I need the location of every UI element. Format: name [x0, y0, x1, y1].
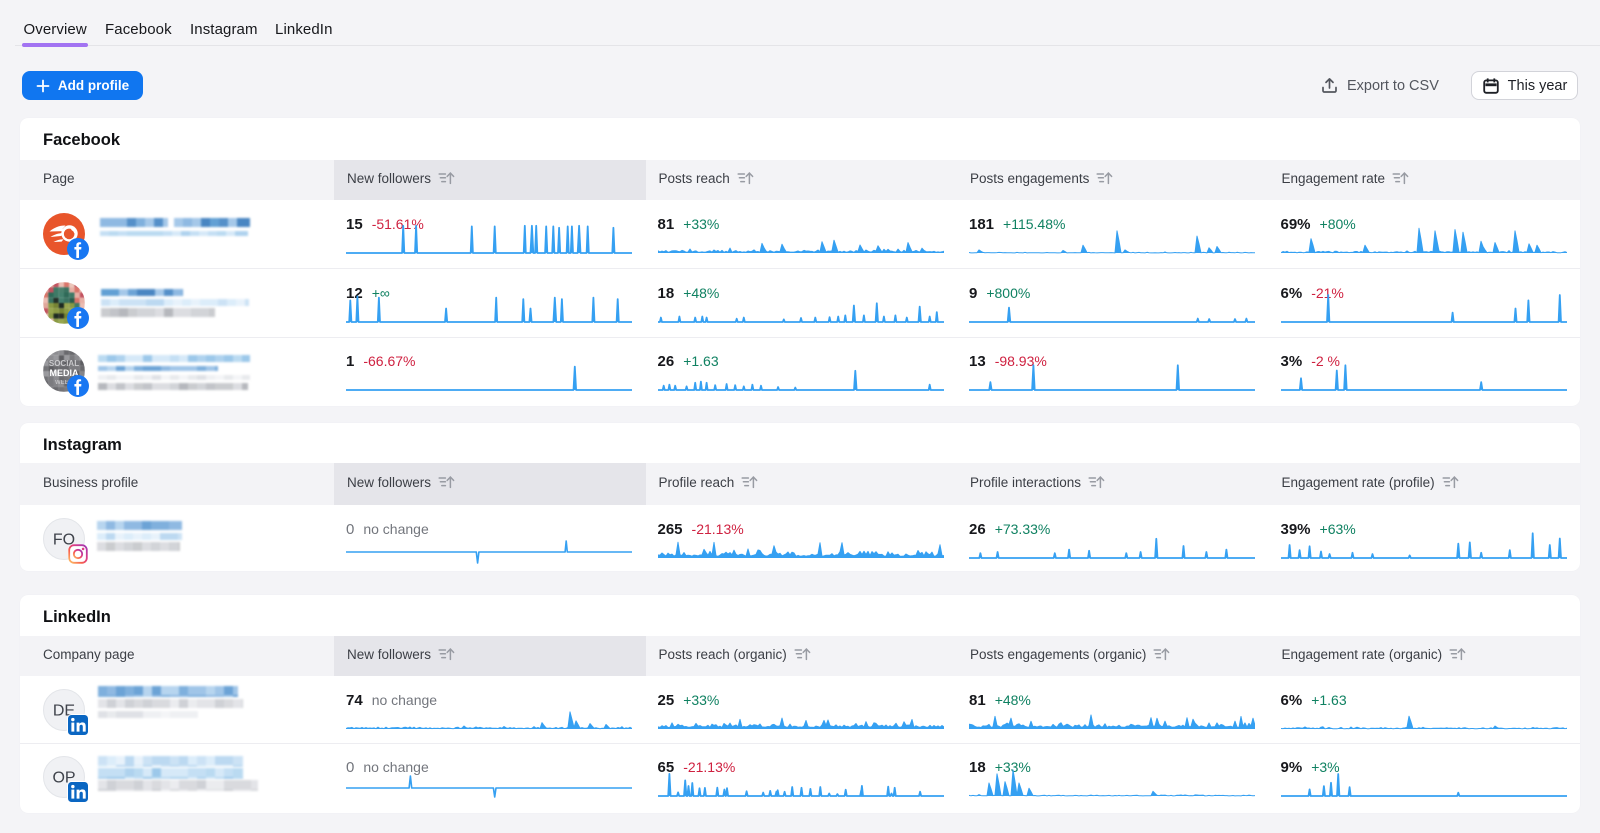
- svg-text:SOCIAL: SOCIAL: [49, 359, 79, 368]
